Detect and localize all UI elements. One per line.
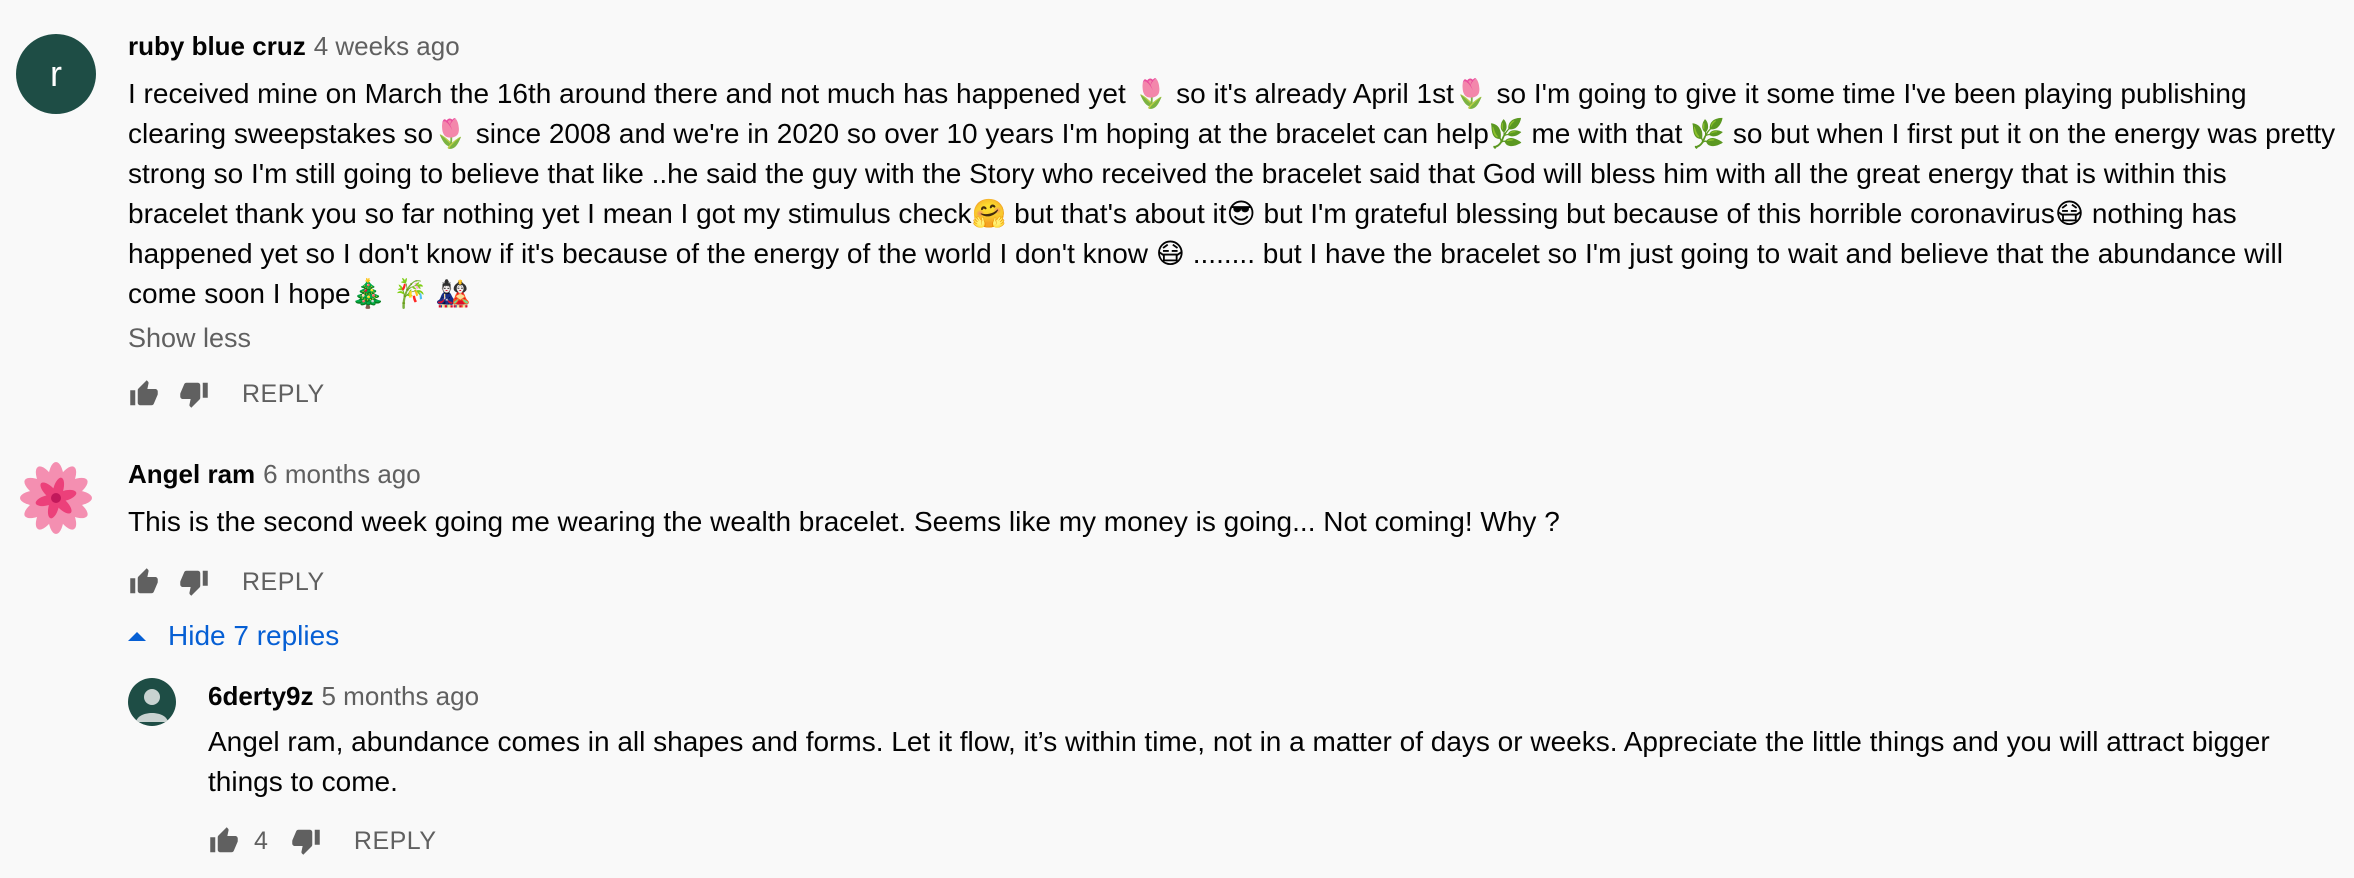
user-silhouette-icon: [136, 689, 168, 722]
comment-line: Angel ram, abundance comes in all shapes…: [208, 726, 2270, 757]
thumb-up-icon[interactable]: [206, 823, 242, 859]
thumb-down-icon[interactable]: [176, 564, 212, 600]
like-count: 4: [254, 826, 268, 855]
comment-line: things to come.: [208, 766, 398, 797]
avatar-letter: r: [50, 53, 62, 94]
comment-line: strong so I'm still going to believe tha…: [128, 158, 2227, 189]
reply-actions: 4 REPLY: [206, 821, 437, 861]
author-name[interactable]: ruby blue cruz: [128, 31, 306, 61]
comment-actions: REPLY: [126, 562, 325, 602]
author-name[interactable]: 6derty9z: [208, 681, 314, 711]
show-less-button[interactable]: Show less: [128, 322, 251, 354]
reply-button[interactable]: REPLY: [242, 380, 325, 409]
comments-section: r ruby blue cruz 4 weeks ago I received m…: [0, 0, 2354, 878]
comment-header: ruby blue cruz 4 weeks ago: [128, 30, 460, 62]
reply-button[interactable]: REPLY: [354, 827, 437, 856]
comment-line: clearing sweepstakes so🌷 since 2008 and …: [128, 118, 2336, 149]
reply-button[interactable]: REPLY: [242, 568, 325, 597]
comment-line: happened yet so I don't know if it's bec…: [128, 238, 2283, 269]
hide-replies-button[interactable]: Hide 7 replies: [128, 620, 339, 652]
comment-line: come soon I hope🎄 🎋 🎎: [128, 278, 471, 309]
avatar[interactable]: [128, 678, 176, 726]
avatar[interactable]: r: [16, 34, 96, 114]
pink-flower-avatar[interactable]: [16, 458, 96, 538]
thumb-up-icon[interactable]: [126, 376, 162, 412]
comment-text: I received mine on March the 16th around…: [128, 74, 2338, 314]
hide-replies-label: Hide 7 replies: [168, 620, 340, 651]
thumb-up-icon[interactable]: [126, 564, 162, 600]
comment-line: bracelet thank you so far nothing yet I …: [128, 198, 2237, 229]
thumb-down-icon[interactable]: [288, 823, 324, 859]
comment-actions: REPLY: [126, 374, 325, 414]
thumb-down-icon[interactable]: [176, 376, 212, 412]
comment-time[interactable]: 5 months ago: [322, 681, 480, 711]
caret-up-icon: [128, 630, 146, 642]
reply-header: 6derty9z 5 months ago: [208, 680, 479, 712]
comment-time[interactable]: 4 weeks ago: [314, 31, 460, 61]
reply-text: Angel ram, abundance comes in all shapes…: [208, 722, 2338, 802]
comment-line: This is the second week going me wearing…: [128, 506, 1560, 537]
comment-time[interactable]: 6 months ago: [263, 459, 421, 489]
comment-line: I received mine on March the 16th around…: [128, 78, 2247, 109]
comment-header: Angel ram 6 months ago: [128, 458, 421, 490]
author-name[interactable]: Angel ram: [128, 459, 255, 489]
comment-text: This is the second week going me wearing…: [128, 502, 2338, 542]
